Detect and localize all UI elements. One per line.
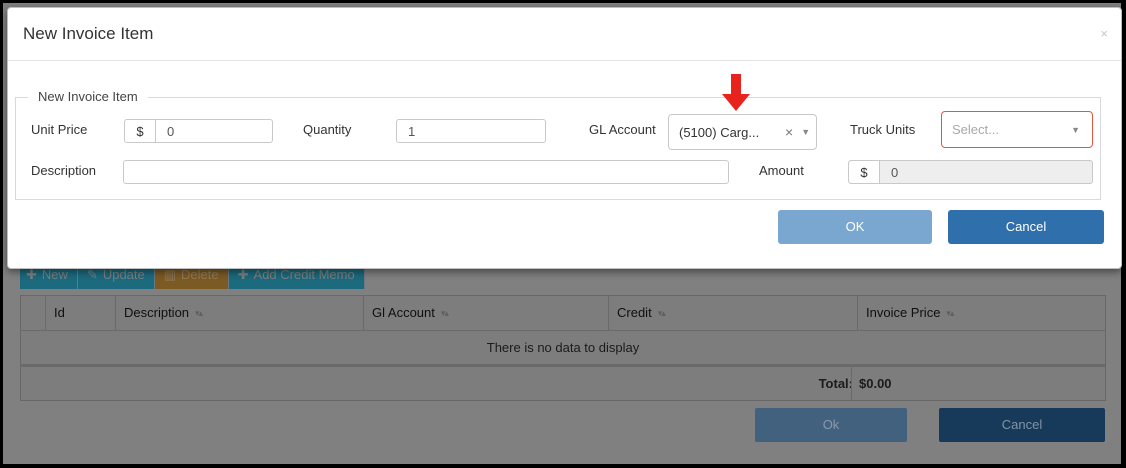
cancel-button[interactable]: Cancel — [948, 210, 1104, 244]
unit-price-label: Unit Price — [31, 122, 88, 137]
chevron-down-icon[interactable]: ▼ — [1071, 125, 1080, 135]
column-header-id[interactable]: Id — [46, 296, 116, 330]
grid-total-row: Total: $0.00 — [21, 367, 1105, 400]
quantity-value: 1 — [408, 123, 416, 139]
grid-empty-message: There is no data to display — [21, 331, 1105, 367]
annotation-arrow-icon — [722, 74, 750, 111]
fieldset-legend: New Invoice Item — [28, 89, 148, 104]
truck-units-placeholder: Select... — [952, 122, 999, 137]
column-header-gl-account[interactable]: Gl Account ▾▴ — [364, 296, 609, 330]
gl-account-selected: (5100) Carg... — [679, 124, 760, 140]
currency-addon: $ — [849, 161, 880, 183]
grid-select-column[interactable] — [21, 296, 46, 330]
gl-account-label: GL Account — [589, 122, 656, 137]
column-header-credit[interactable]: Credit ▾▴ — [609, 296, 858, 330]
quantity-input[interactable]: 1 — [396, 119, 546, 143]
amount-value: 0 — [891, 164, 899, 180]
dialog-title: New Invoice Item — [23, 24, 154, 43]
invoice-items-grid: Id Description ▾▴ Gl Account ▾▴ Credit ▾… — [20, 295, 1106, 401]
unit-price-value: 0 — [167, 123, 175, 139]
chevron-down-icon[interactable]: ▼ — [801, 127, 810, 137]
amount-label: Amount — [759, 163, 804, 178]
divider — [851, 367, 852, 400]
sort-icon: ▾▴ — [946, 308, 954, 318]
window-ok-button[interactable]: Ok — [755, 408, 907, 442]
sort-icon: ▾▴ — [195, 308, 203, 318]
clear-icon[interactable]: × — [785, 124, 793, 140]
close-icon[interactable]: × — [1100, 26, 1108, 41]
gl-account-select[interactable]: (5100) Carg... × ▼ — [668, 114, 817, 150]
total-value: $0.00 — [859, 376, 892, 391]
description-input[interactable] — [123, 160, 729, 184]
unit-price-input[interactable]: $ 0 — [124, 119, 273, 143]
truck-units-select[interactable]: Select... ▼ — [941, 111, 1093, 148]
ok-button[interactable]: OK — [778, 210, 932, 244]
currency-addon: $ — [125, 120, 156, 142]
grid-header-row: Id Description ▾▴ Gl Account ▾▴ Credit ▾… — [21, 296, 1105, 331]
description-label: Description — [31, 163, 97, 178]
column-header-invoice-price[interactable]: Invoice Price ▾▴ — [858, 296, 1105, 330]
sort-icon: ▾▴ — [440, 308, 449, 318]
dialog-header: New Invoice Item × — [8, 8, 1121, 61]
amount-field: $ 0 — [848, 160, 1093, 184]
column-header-description[interactable]: Description ▾▴ — [116, 296, 364, 330]
window-cancel-button[interactable]: Cancel — [939, 408, 1105, 442]
invoice-item-fieldset — [15, 97, 1101, 200]
app-window: ✚ New ✎ Update ▥ Delete ✚ Add Credit Mem… — [3, 3, 1122, 464]
sort-icon: ▾▴ — [657, 308, 666, 318]
quantity-label: Quantity — [303, 122, 352, 137]
truck-units-label: Truck Units — [850, 122, 916, 137]
total-label: Total: — [818, 376, 853, 391]
